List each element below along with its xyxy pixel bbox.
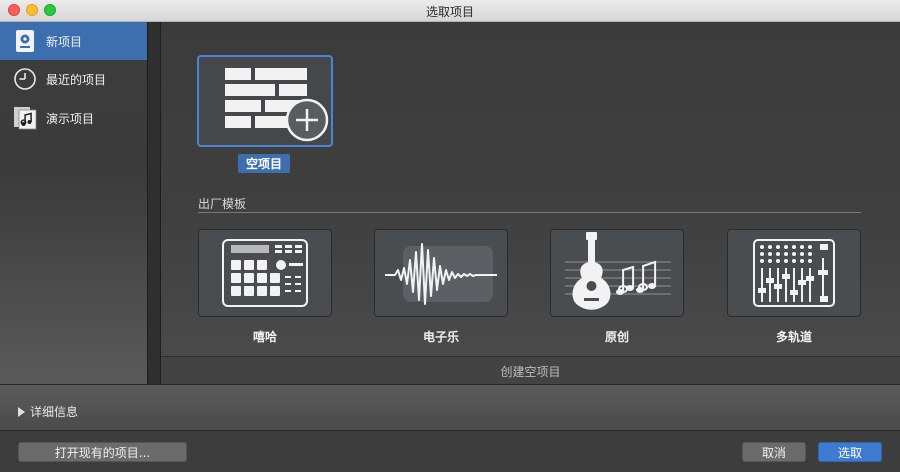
- sidebar-item-recent[interactable]: 最近的项目: [0, 60, 147, 98]
- empty-project-plus-icon: [199, 57, 331, 145]
- footer-bar: 打开现有的项目... 取消 选取: [0, 430, 900, 472]
- details-label: 详细信息: [30, 405, 79, 419]
- clock-icon: [13, 67, 37, 91]
- guitar-icon: [551, 230, 683, 316]
- create-empty-project-label: 创建空项目: [500, 365, 561, 379]
- details-section: 详细信息: [0, 384, 900, 431]
- open-existing-project-button[interactable]: 打开现有的项目...: [18, 442, 187, 462]
- sidebar-item-label: 最近的项目: [46, 73, 107, 87]
- drum-machine-icon: [199, 230, 331, 316]
- title-bar: 选取项目: [0, 0, 900, 22]
- split-view-divider[interactable]: [147, 22, 161, 384]
- template-tile-multitrack[interactable]: [727, 229, 861, 317]
- template-label: 多轨道: [775, 330, 812, 344]
- cancel-button[interactable]: 取消: [742, 442, 806, 462]
- choose-button[interactable]: 选取: [818, 442, 882, 462]
- template-label: 原创: [604, 330, 629, 344]
- section-title: 出厂模板: [198, 197, 247, 211]
- empty-project-tile[interactable]: [197, 55, 333, 147]
- disclosure-triangle-icon: [18, 407, 25, 417]
- empty-project-label[interactable]: 空项目: [238, 154, 291, 173]
- sidebar: 新项目 最近的项目 演示项目: [0, 22, 147, 384]
- music-note-icon: [13, 106, 37, 130]
- template-label: 嘻哈: [252, 330, 277, 344]
- sidebar-item-label: 演示项目: [46, 112, 95, 126]
- template-tile-hiphop[interactable]: [198, 229, 332, 317]
- sidebar-item-new-project[interactable]: 新项目: [0, 22, 147, 60]
- template-tile-electronic[interactable]: [374, 229, 508, 317]
- sidebar-item-demo[interactable]: 演示项目: [0, 99, 147, 137]
- template-tile-songwriter[interactable]: [550, 229, 684, 317]
- new-project-icon: [13, 29, 37, 53]
- details-disclosure[interactable]: 详细信息: [18, 403, 78, 420]
- waveform-icon: [375, 230, 507, 316]
- sidebar-item-label: 新项目: [46, 35, 83, 49]
- create-empty-project-bar[interactable]: 创建空项目: [161, 356, 900, 385]
- template-label: 电子乐: [422, 330, 459, 344]
- section-divider: [198, 212, 861, 213]
- window-title: 选取项目: [425, 5, 474, 19]
- templates-panel: 空项目 出厂模板 嘻哈 电子乐 原创 多轨道: [161, 22, 900, 356]
- project-chooser-window: 选取项目 新项目 最近的项目 演示项目 空项目 出厂模板 嘻哈 电子乐 原创 多…: [0, 0, 900, 472]
- mixer-icon: [728, 230, 860, 316]
